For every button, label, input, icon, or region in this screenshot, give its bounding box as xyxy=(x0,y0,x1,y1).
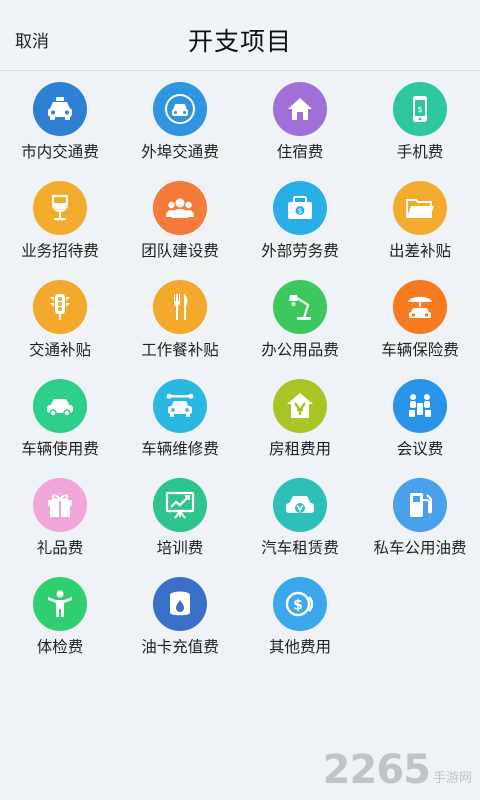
expense-item-label: 外埠交通费 xyxy=(141,143,219,161)
car-umbrella-icon xyxy=(393,280,447,334)
expense-item-label: 市内交通费 xyxy=(21,143,99,161)
expense-item[interactable]: 外埠交通费 xyxy=(120,72,240,171)
watermark-number: 2265 xyxy=(322,747,431,793)
desk-lamp-icon xyxy=(273,280,327,334)
expense-item[interactable]: 私车公用油费 xyxy=(360,468,480,567)
meeting-icon xyxy=(393,379,447,433)
expense-item[interactable]: $ 外部劳务费 xyxy=(240,171,360,270)
expense-item-label: 油卡充值费 xyxy=(141,638,219,656)
expense-item-label: 培训费 xyxy=(156,539,204,557)
folder-icon xyxy=(393,181,447,235)
watermark-text: 手游网 xyxy=(432,771,472,786)
page-title: 开支项目 xyxy=(187,27,292,56)
wine-glass-icon xyxy=(33,181,87,235)
expense-item-label: 工作餐补贴 xyxy=(141,341,219,359)
expense-item-label: 住宿费 xyxy=(276,143,324,161)
expense-item[interactable]: 住宿费 xyxy=(240,72,360,171)
expense-item-label: 其他费用 xyxy=(268,638,331,656)
oil-barrel-icon xyxy=(153,577,207,631)
expense-item-label: 车辆保险费 xyxy=(381,341,459,359)
expense-item-label: 汽车租赁费 xyxy=(261,539,339,557)
expense-item-label: 办公用品费 xyxy=(261,341,339,359)
car-icon xyxy=(33,379,87,433)
expense-item[interactable]: 车辆维修费 xyxy=(120,369,240,468)
expense-item-label: 车辆使用费 xyxy=(21,440,99,458)
expense-item[interactable]: 培训费 xyxy=(120,468,240,567)
expense-item[interactable]: 体检费 xyxy=(0,567,120,666)
house-money-icon xyxy=(273,379,327,433)
expense-item-label: 车辆维修费 xyxy=(141,440,219,458)
expense-item[interactable]: 车辆使用费 xyxy=(0,369,120,468)
expense-item-grid: 市内交通费 外埠交通费 住宿费 $ 手机费业务招待费 团队建设费 $ 外部劳务费 出差补贴交通补… xyxy=(0,72,480,666)
expense-item[interactable]: 油卡充值费 xyxy=(120,567,240,666)
svg-text:$: $ xyxy=(417,105,422,114)
expense-item-label: 房租费用 xyxy=(268,440,331,458)
expense-item-label: 会议费 xyxy=(396,440,444,458)
taxi-icon xyxy=(33,82,87,136)
expense-item[interactable]: $ 手机费 xyxy=(360,72,480,171)
phone-icon: $ xyxy=(393,82,447,136)
expense-item-label: 出差补贴 xyxy=(388,242,451,260)
presentation-icon xyxy=(153,478,207,532)
expense-item-label: 外部劳务费 xyxy=(261,242,339,260)
expense-item-label: 业务招待费 xyxy=(21,242,99,260)
expense-item-label: 体检费 xyxy=(36,638,84,656)
header-bar: 取消 开支项目 xyxy=(0,0,480,71)
watermark: 2265 手游网 xyxy=(323,750,472,790)
person-icon xyxy=(33,577,87,631)
fork-knife-icon xyxy=(153,280,207,334)
expense-item[interactable]: 汽车租赁费 xyxy=(240,468,360,567)
expense-item[interactable]: 出差补贴 xyxy=(360,171,480,270)
bus-icon xyxy=(153,82,207,136)
expense-item-label: 手机费 xyxy=(396,143,444,161)
home-icon xyxy=(273,82,327,136)
expense-item-label: 交通补贴 xyxy=(28,341,91,359)
expense-item[interactable]: 市内交通费 xyxy=(0,72,120,171)
expense-item[interactable]: 团队建设费 xyxy=(120,171,240,270)
expense-item[interactable]: 工作餐补贴 xyxy=(120,270,240,369)
expense-item[interactable]: 车辆保险费 xyxy=(360,270,480,369)
expense-item-label: 团队建设费 xyxy=(141,242,219,260)
expense-item[interactable]: 业务招待费 xyxy=(0,171,120,270)
svg-text:$: $ xyxy=(298,207,303,216)
expense-item-label: 私车公用油费 xyxy=(373,539,467,557)
gift-icon xyxy=(33,478,87,532)
coins-icon: $ xyxy=(273,577,327,631)
car-rental-icon xyxy=(273,478,327,532)
wallet-icon: $ xyxy=(273,181,327,235)
expense-item[interactable]: 交通补贴 xyxy=(0,270,120,369)
expense-item[interactable]: 办公用品费 xyxy=(240,270,360,369)
car-wrench-icon xyxy=(153,379,207,433)
expense-item[interactable]: 会议费 xyxy=(360,369,480,468)
svg-text:$: $ xyxy=(293,598,303,614)
expense-item[interactable]: 房租费用 xyxy=(240,369,360,468)
gas-pump-icon xyxy=(393,478,447,532)
traffic-light-icon xyxy=(33,280,87,334)
expense-item[interactable]: 礼品费 xyxy=(0,468,120,567)
expense-item-label: 礼品费 xyxy=(36,539,84,557)
team-icon xyxy=(153,181,207,235)
expense-item[interactable]: $ 其他费用 xyxy=(240,567,360,666)
